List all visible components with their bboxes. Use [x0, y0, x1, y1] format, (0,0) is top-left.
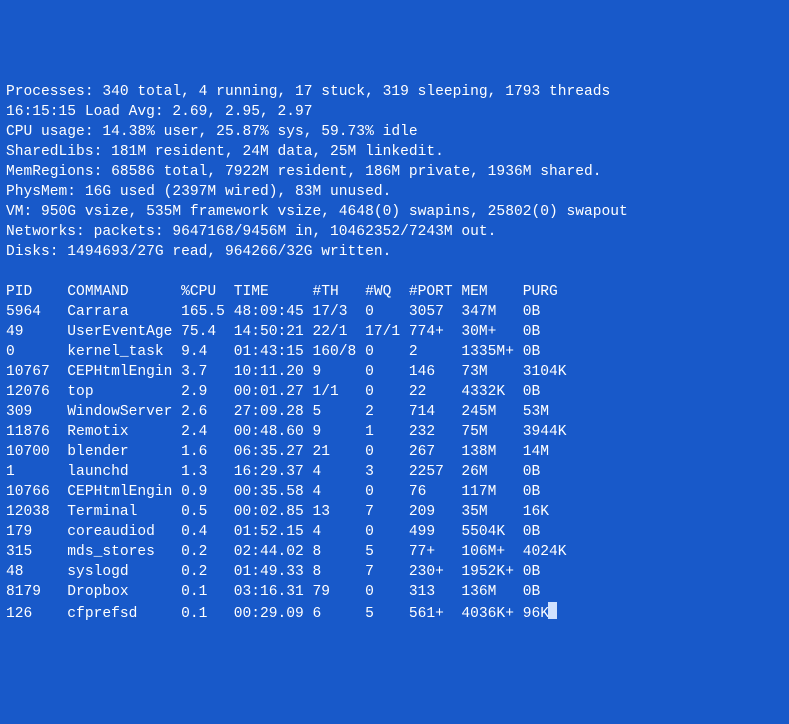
table-row: 1 launchd 1.3 16:29.37 4 3 2257 26M 0B	[6, 462, 783, 482]
table-row: 48 syslogd 0.2 01:49.33 8 7 230+ 1952K+ …	[6, 562, 783, 582]
table-row: 10766 CEPHtmlEngin 0.9 00:35.58 4 0 76 1…	[6, 482, 783, 502]
table-row: 8179 Dropbox 0.1 03:16.31 79 0 313 136M …	[6, 582, 783, 602]
table-row: 5964 Carrara 165.5 48:09:45 17/3 0 3057 …	[6, 302, 783, 322]
header-networks: Networks: packets: 9647168/9456M in, 104…	[6, 222, 783, 242]
header-disks: Disks: 1494693/27G read, 964266/32G writ…	[6, 242, 783, 262]
table-row: 309 WindowServer 2.6 27:09.28 5 2 714 24…	[6, 402, 783, 422]
header-cpu: CPU usage: 14.38% user, 25.87% sys, 59.7…	[6, 122, 783, 142]
table-row: 12076 top 2.9 00:01.27 1/1 0 22 4332K 0B	[6, 382, 783, 402]
table-row: 10700 blender 1.6 06:35.27 21 0 267 138M…	[6, 442, 783, 462]
table-row: 49 UserEventAge 75.4 14:50:21 22/1 17/1 …	[6, 322, 783, 342]
header-vm: VM: 950G vsize, 535M framework vsize, 46…	[6, 202, 783, 222]
terminal-cursor	[548, 602, 557, 619]
column-header: PID COMMAND %CPU TIME #TH #WQ #PORT MEM …	[6, 282, 783, 302]
blank-line	[6, 262, 783, 282]
header-physmem: PhysMem: 16G used (2397M wired), 83M unu…	[6, 182, 783, 202]
table-row: 12038 Terminal 0.5 00:02.85 13 7 209 35M…	[6, 502, 783, 522]
table-row: 126 cfprefsd 0.1 00:29.09 6 5 561+ 4036K…	[6, 602, 783, 624]
terminal-output[interactable]: Processes: 340 total, 4 running, 17 stuc…	[6, 82, 783, 624]
header-processes: Processes: 340 total, 4 running, 17 stuc…	[6, 82, 783, 102]
header-memregions: MemRegions: 68586 total, 7922M resident,…	[6, 162, 783, 182]
table-row: 10767 CEPHtmlEngin 3.7 10:11.20 9 0 146 …	[6, 362, 783, 382]
header-sharedlibs: SharedLibs: 181M resident, 24M data, 25M…	[6, 142, 783, 162]
header-time-load: 16:15:15 Load Avg: 2.69, 2.95, 2.97	[6, 102, 783, 122]
table-row: 179 coreaudiod 0.4 01:52.15 4 0 499 5504…	[6, 522, 783, 542]
table-row: 0 kernel_task 9.4 01:43:15 160/8 0 2 133…	[6, 342, 783, 362]
table-row: 11876 Remotix 2.4 00:48.60 9 1 232 75M 3…	[6, 422, 783, 442]
table-row: 315 mds_stores 0.2 02:44.02 8 5 77+ 106M…	[6, 542, 783, 562]
